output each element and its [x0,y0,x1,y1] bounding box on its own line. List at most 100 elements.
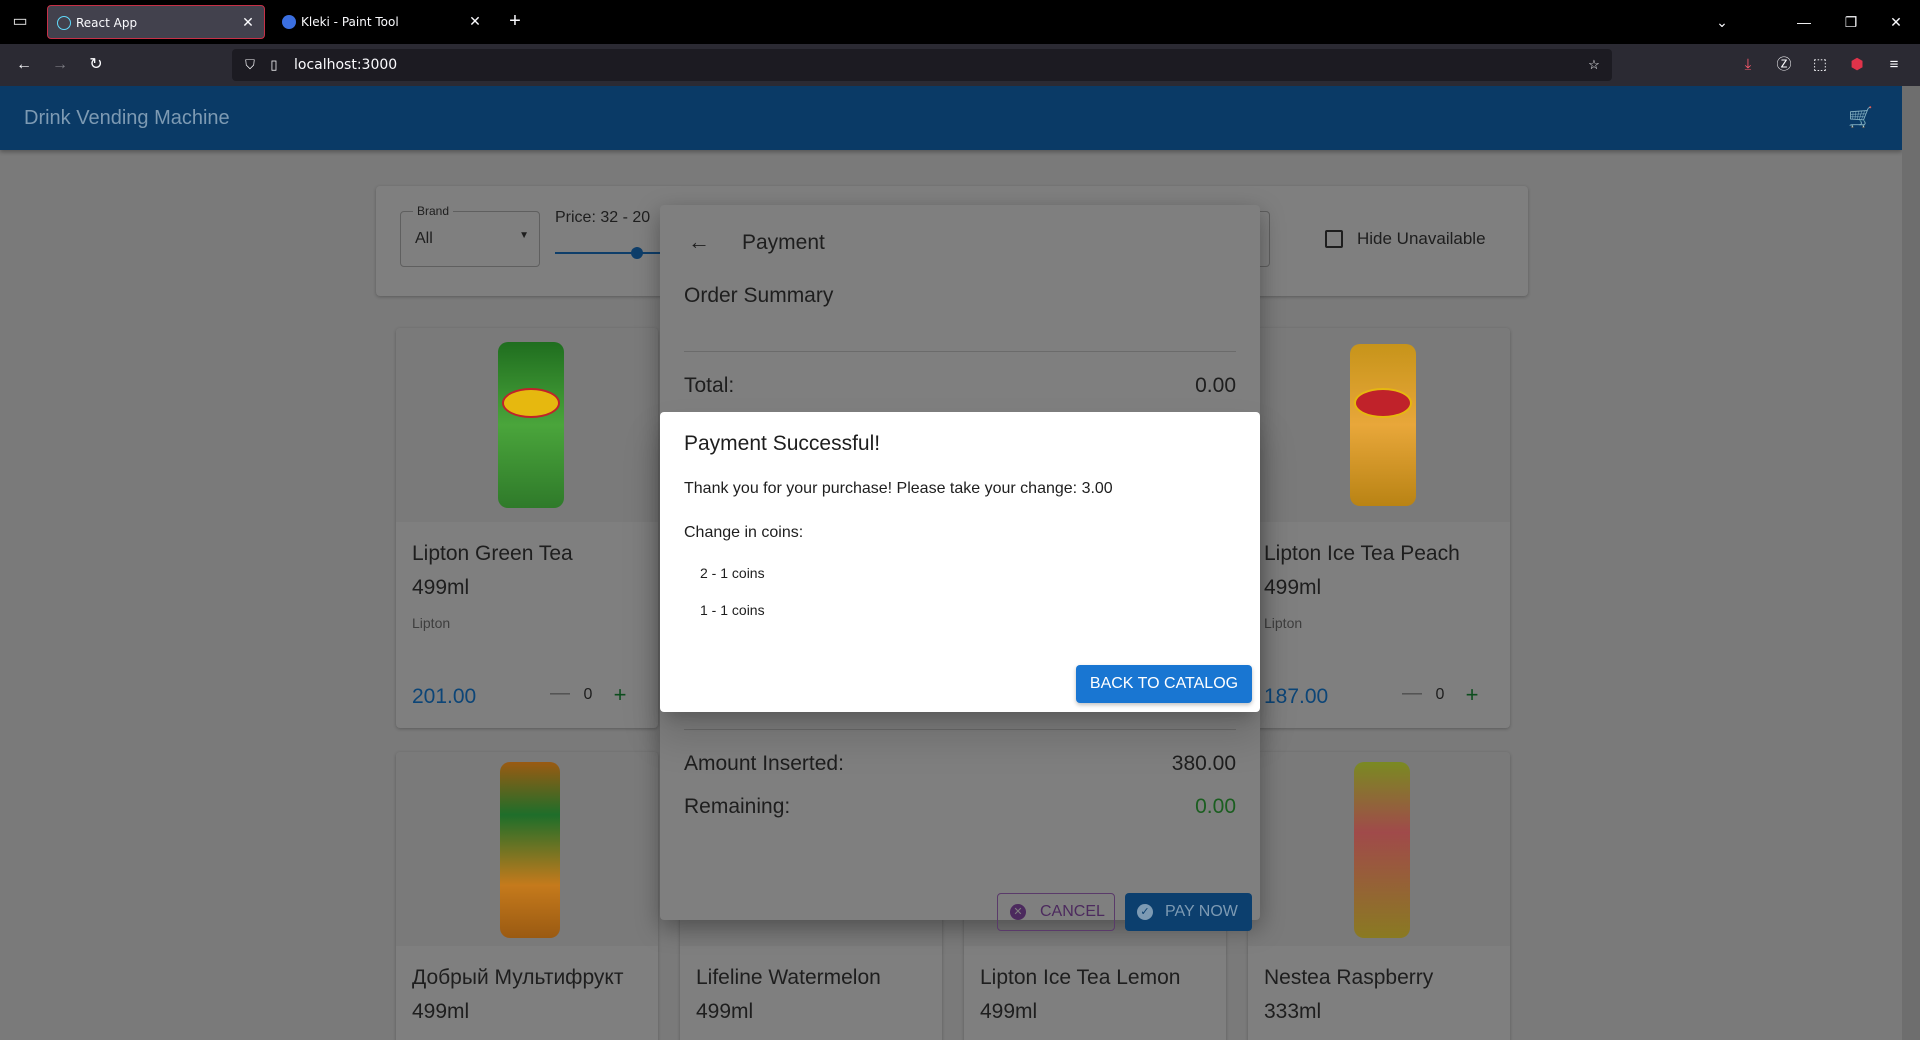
browser-nav-bar: ← → ↻ ⛉ ▯ localhost:3000 ☆ ⤓ Ⓩ ⬚ ⬢ ≡ [0,44,1920,86]
success-message: Thank you for your purchase! Please take… [684,480,1113,497]
product-volume: 499ml [980,1000,1038,1023]
list-all-tabs-icon[interactable]: ▭ [8,10,32,34]
brand-select[interactable]: Brand All ▼ [400,204,540,267]
decrease-quantity-button[interactable]: — [1400,682,1424,705]
pay-now-button[interactable]: ✓ PAY NOW [1125,893,1252,931]
price-range-label: Price: 32 - 20 [555,209,651,226]
divider [684,729,1236,730]
cancel-button[interactable]: ✕ CANCEL [997,893,1115,931]
coins-heading: Change in coins: [684,524,804,541]
product-image [396,328,658,522]
hide-unavailable-label[interactable]: Hide Unavailable [1357,229,1486,249]
forward-icon[interactable]: → [48,53,72,77]
ublock-icon[interactable]: ⬢ [1845,53,1869,77]
price-slider-track[interactable] [555,252,675,254]
cancel-label: CANCEL [1040,903,1105,920]
minimize-icon[interactable]: — [1790,8,1818,36]
close-tab-icon[interactable]: ✕ [467,5,483,39]
increase-quantity-button[interactable]: + [608,682,632,708]
close-window-icon[interactable]: ✕ [1882,8,1910,36]
downloads-icon[interactable]: ⤓ [1736,53,1760,77]
remaining-value: 0.00 [1195,795,1236,818]
quantity-value: 0 [1435,686,1445,703]
dropdown-caret-icon: ▼ [519,230,529,241]
cancel-circle-icon: ✕ [1010,904,1026,920]
tab-kleki[interactable]: Kleki - Paint Tool ✕ [273,5,491,39]
product-name: Добрый Мультифрукт [412,966,624,989]
back-icon[interactable]: ← [12,53,36,77]
product-card: Nestea Raspberry 333ml [1248,752,1510,1040]
decrease-quantity-button[interactable]: — [548,682,572,705]
amount-inserted-value: 380.00 [1171,752,1236,775]
product-volume: 499ml [412,1000,470,1023]
product-name: Lipton Ice Tea Peach [1264,542,1460,565]
product-brand: Lipton [412,615,451,631]
brand-select-label: Brand [413,204,454,218]
product-price: 187.00 [1264,685,1329,708]
url-text[interactable]: localhost:3000 [294,49,397,81]
pay-now-label: PAY NOW [1165,903,1238,920]
page-icon[interactable]: ▯ [266,57,282,73]
shield-icon[interactable]: ⛉ [242,57,258,73]
browser-tab-bar: ▭ React App ✕ Kleki - Paint Tool ✕ + ⌄ —… [0,0,1920,44]
hide-unavailable-checkbox[interactable] [1325,230,1343,248]
brand-select-value: All [415,230,433,247]
amount-inserted-label: Amount Inserted: [684,752,844,775]
url-bar[interactable]: ⛉ ▯ localhost:3000 ☆ [232,49,1612,81]
order-summary-heading: Order Summary [684,284,834,307]
product-image [1248,752,1510,946]
success-title: Payment Successful! [684,432,881,455]
product-card: Lipton Ice Tea Peach 499ml Lipton 187.00… [1248,328,1510,728]
tab-react-app[interactable]: React App ✕ [47,5,265,39]
remaining-label: Remaining: [684,795,791,818]
tab-title: Kleki - Paint Tool [301,15,399,29]
total-value: 0.00 [1195,374,1236,397]
total-label: Total: [684,374,735,397]
tab-overflow-chevron-icon[interactable]: ⌄ [1708,8,1736,36]
restore-icon[interactable]: ❐ [1837,8,1865,36]
product-image [396,752,658,946]
app-title: Drink Vending Machine [24,107,230,129]
total-row: Total: 0.00 [684,374,1236,398]
extensions-icon[interactable]: ⬚ [1808,53,1832,77]
quantity-value: 0 [583,686,593,703]
app-bar: Drink Vending Machine 🛒 [0,86,1902,150]
tab-title: React App [76,16,138,30]
remaining-row: Remaining: 0.00 [684,795,1236,819]
coin-item: 2 - 1 coins [700,565,765,581]
check-circle-icon: ✓ [1137,904,1153,920]
react-icon [57,16,71,30]
new-tab-icon[interactable]: + [503,10,527,34]
payment-success-dialog: Payment Successful! Thank you for your p… [660,412,1260,712]
menu-icon[interactable]: ≡ [1882,53,1906,77]
bookmark-star-icon[interactable]: ☆ [1586,57,1602,73]
product-brand: Lipton [1264,615,1303,631]
product-volume: 333ml [1264,1000,1322,1023]
product-card: Добрый Мультифрукт 499ml [396,752,658,1040]
reload-icon[interactable]: ↻ [84,53,108,77]
extension-z-icon[interactable]: Ⓩ [1772,53,1796,77]
divider [684,351,1236,352]
product-card: Lipton Green Tea 499ml Lipton 201.00 — 0… [396,328,658,728]
product-image [1248,328,1510,522]
coin-item: 1 - 1 coins [700,602,765,618]
product-name: Lipton Green Tea [412,542,573,565]
page-viewport: Drink Vending Machine 🛒 Brand All ▼ Pric… [0,86,1902,1040]
back-arrow-icon[interactable]: ← [684,227,714,257]
product-volume: 499ml [696,1000,754,1023]
page-scrollbar[interactable] [1902,86,1920,1040]
close-tab-icon[interactable]: ✕ [240,6,256,40]
product-volume: 499ml [412,576,470,599]
price-slider-thumb[interactable] [631,247,643,259]
product-price: 201.00 [412,685,477,708]
cart-icon[interactable]: 🛒 [1848,106,1873,130]
kleki-icon [282,15,296,29]
product-name: Lifeline Watermelon [696,966,881,989]
product-name: Lipton Ice Tea Lemon [980,966,1181,989]
amount-inserted-row: Amount Inserted: 380.00 [684,752,1236,776]
increase-quantity-button[interactable]: + [1460,682,1484,708]
back-to-catalog-button[interactable]: BACK TO CATALOG [1076,665,1252,703]
product-volume: 499ml [1264,576,1322,599]
product-name: Nestea Raspberry [1264,966,1434,989]
payment-title: Payment [742,231,825,254]
